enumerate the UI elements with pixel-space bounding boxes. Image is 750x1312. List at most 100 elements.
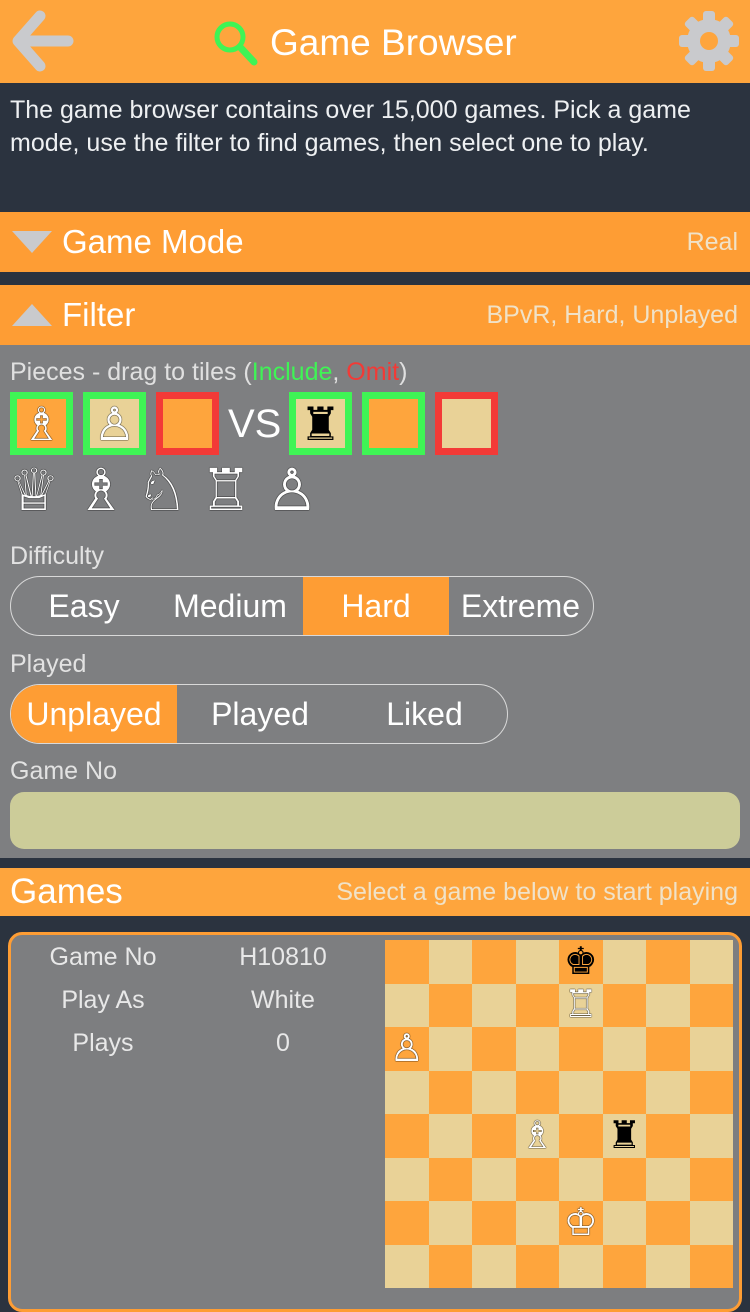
board-square xyxy=(689,1070,733,1114)
games-header: Games Select a game below to start playi… xyxy=(0,868,750,916)
game-mode-header[interactable]: Game Mode Real xyxy=(0,212,750,272)
chess-piece-icon: ♚ xyxy=(563,940,598,983)
vs-label: VS xyxy=(228,402,282,446)
pawn-piece-icon[interactable]: ♙ xyxy=(266,460,318,522)
separator: , xyxy=(332,358,347,386)
game-no-label: Game No xyxy=(10,757,117,785)
difficulty-label: Difficulty xyxy=(10,542,105,570)
intro-text: The game browser contains over 15,000 ga… xyxy=(10,96,691,157)
chess-piece-icon: ♙ xyxy=(389,1027,424,1070)
back-arrow-icon[interactable] xyxy=(10,10,74,72)
rook-piece-icon[interactable]: ♖ xyxy=(200,460,252,522)
played-option-played[interactable]: Played xyxy=(177,685,343,743)
filter-header[interactable]: Filter BPvR, Hard, Unplayed xyxy=(0,285,750,345)
chess-piece-icon: ♗ xyxy=(520,1114,555,1157)
played-label: Played xyxy=(10,650,87,678)
board-square xyxy=(646,1027,690,1071)
difficulty-option-extreme[interactable]: Extreme xyxy=(449,577,592,635)
board-square xyxy=(385,1157,429,1201)
played-segmented-control: Unplayed Played Liked xyxy=(10,684,508,744)
chess-piece-icon: ♔ xyxy=(563,1201,598,1244)
board-square xyxy=(428,1157,472,1201)
board-square xyxy=(472,1201,516,1245)
board-square xyxy=(385,1244,429,1288)
played-option-unplayed[interactable]: Unplayed xyxy=(11,685,177,743)
pieces-instructions: Pieces - drag to tiles (Include, Omit) xyxy=(10,358,407,387)
knight-piece-icon[interactable]: ♘ xyxy=(136,460,188,522)
black-tile-include[interactable] xyxy=(362,392,425,455)
board-square xyxy=(689,983,733,1027)
queen-piece-icon[interactable]: ♕ xyxy=(8,460,60,522)
board-square xyxy=(602,1070,646,1114)
info-key: Plays xyxy=(72,1029,134,1057)
board-square xyxy=(689,1027,733,1071)
board-square xyxy=(559,1157,603,1201)
game-no-input[interactable] xyxy=(10,792,740,849)
board-square xyxy=(472,1114,516,1158)
board-square xyxy=(515,1027,559,1071)
rook-icon: ♜ xyxy=(299,397,342,450)
board-square xyxy=(428,1201,472,1245)
difficulty-option-hard[interactable]: Hard xyxy=(303,577,449,635)
board-square xyxy=(472,1157,516,1201)
page-title: Game Browser xyxy=(270,22,517,63)
white-tile-omit[interactable] xyxy=(156,392,219,455)
black-tile-omit[interactable] xyxy=(435,392,498,455)
board-square xyxy=(689,1114,733,1158)
info-key: Game No xyxy=(49,943,157,971)
bishop-piece-icon[interactable]: ♗ xyxy=(75,460,127,522)
board-square xyxy=(689,1201,733,1245)
bishop-icon: ♗ xyxy=(20,397,63,450)
board-square xyxy=(602,1244,646,1288)
board-square xyxy=(515,940,559,984)
board-square xyxy=(646,1114,690,1158)
chess-piece-icon: ♜ xyxy=(607,1114,642,1157)
board-square xyxy=(515,1244,559,1288)
top-bar: Game Browser xyxy=(0,0,750,83)
board-square: ♔ xyxy=(559,1201,603,1245)
game-mode-label: Game Mode xyxy=(62,223,244,260)
board-square xyxy=(472,1070,516,1114)
info-key: Play As xyxy=(61,986,145,1014)
board-square xyxy=(602,1157,646,1201)
board-square xyxy=(602,940,646,984)
board-square xyxy=(385,983,429,1027)
difficulty-option-easy[interactable]: Easy xyxy=(11,577,157,635)
board-square xyxy=(472,983,516,1027)
game-mode-value: Real xyxy=(686,227,738,256)
white-tile-include[interactable]: ♙ xyxy=(83,392,146,455)
gear-icon[interactable] xyxy=(676,8,742,74)
board-square xyxy=(428,940,472,984)
chess-board-preview[interactable]: ♚ ♖ ♙ ♗ ♜ ♔ xyxy=(385,940,733,1288)
board-square xyxy=(646,1157,690,1201)
board-square xyxy=(428,983,472,1027)
board-square xyxy=(559,1027,603,1071)
board-square xyxy=(646,1244,690,1288)
games-hint: Select a game below to start playing xyxy=(336,877,738,906)
board-square xyxy=(428,1244,472,1288)
black-tile-include[interactable]: ♜ xyxy=(289,392,352,455)
board-square xyxy=(646,1070,690,1114)
board-square xyxy=(428,1114,472,1158)
info-value: 0 xyxy=(276,1029,290,1057)
filter-summary: BPvR, Hard, Unplayed xyxy=(486,300,738,329)
board-square xyxy=(385,1201,429,1245)
board-square xyxy=(472,1244,516,1288)
board-square xyxy=(385,1070,429,1114)
board-square xyxy=(689,1244,733,1288)
board-square xyxy=(559,1244,603,1288)
games-label: Games xyxy=(10,872,123,911)
board-square xyxy=(689,940,733,984)
board-square xyxy=(559,1114,603,1158)
board-square xyxy=(385,940,429,984)
chevron-down-icon xyxy=(12,231,52,253)
board-square xyxy=(602,983,646,1027)
played-option-liked[interactable]: Liked xyxy=(343,685,506,743)
info-value: H10810 xyxy=(239,943,327,971)
board-square xyxy=(428,1070,472,1114)
chess-piece-icon: ♖ xyxy=(563,984,598,1027)
white-tile-include[interactable]: ♗ xyxy=(10,392,73,455)
difficulty-option-medium[interactable]: Medium xyxy=(157,577,303,635)
board-square xyxy=(385,1114,429,1158)
difficulty-segmented-control: Easy Medium Hard Extreme xyxy=(10,576,594,636)
